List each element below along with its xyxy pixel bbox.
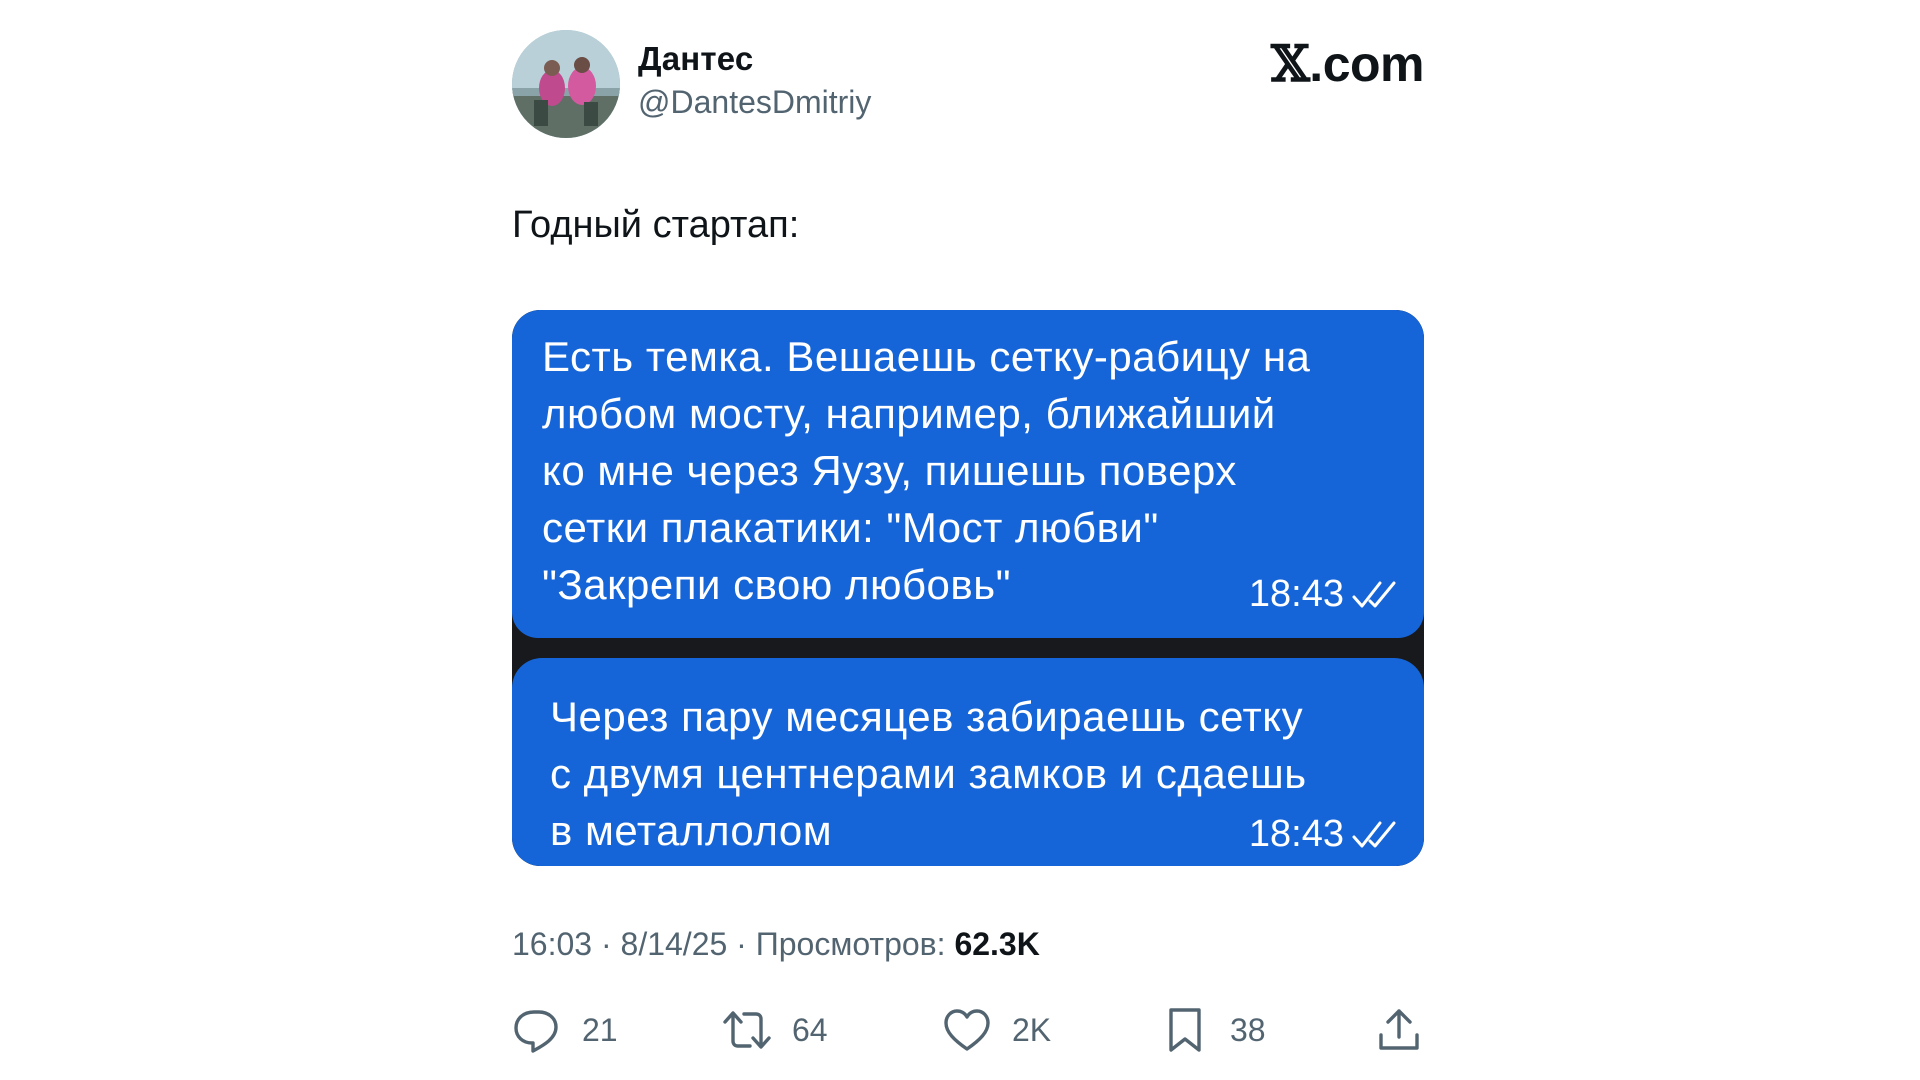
tweet-header: Дантес @DantesDmitriy 𝕏.com <box>512 30 1424 140</box>
double-check-icon <box>1350 817 1406 853</box>
share-icon <box>1374 1005 1424 1055</box>
reply-icon <box>512 1005 562 1055</box>
meta-separator: · <box>727 926 756 962</box>
like-count: 2K <box>1012 1011 1052 1048</box>
retweet-button[interactable]: 64 <box>722 1002 828 1058</box>
message-time: 18:43 <box>1248 813 1344 855</box>
message-bubble: Через пару месяцев забираешь сетку с дву… <box>512 658 1424 866</box>
tweet-date[interactable]: 8/14/25 <box>621 926 728 962</box>
tweet-text: Годный стартап: <box>512 204 800 246</box>
reply-button[interactable]: 21 <box>512 1002 618 1058</box>
views-count: 62.3K <box>954 926 1040 962</box>
message-time: 18:43 <box>1248 573 1344 615</box>
like-button[interactable]: 2K <box>942 1002 1051 1058</box>
message-bubble: Есть темка. Вешаешь сетку-рабицу на любо… <box>512 310 1424 638</box>
meta-separator: · <box>592 926 621 962</box>
tweet-actions: 21 64 2K 38 <box>512 1002 1424 1058</box>
message-meta: 18:43 <box>1249 573 1406 616</box>
author-name[interactable]: Дантес <box>638 40 753 78</box>
bookmark-icon <box>1160 1005 1210 1055</box>
avatar[interactable] <box>512 30 620 138</box>
author-handle[interactable]: @DantesDmitriy <box>638 84 871 121</box>
retweet-count: 64 <box>792 1011 828 1048</box>
tweet-card: Дантес @DantesDmitriy 𝕏.com Годный старт… <box>512 0 1424 1080</box>
x-logo-suffix: .com <box>1309 36 1424 92</box>
double-check-icon <box>1350 577 1406 613</box>
x-logo-icon: 𝕏 <box>1271 34 1310 93</box>
bookmark-button[interactable]: 38 <box>1160 1002 1266 1058</box>
avatar-image <box>512 30 620 138</box>
tweet-meta: 16:03 · 8/14/25 · Просмотров: 62.3K <box>512 926 1040 963</box>
share-button[interactable] <box>1374 1002 1424 1058</box>
reply-count: 21 <box>582 1011 618 1048</box>
heart-icon <box>942 1005 992 1055</box>
tweet-media-image[interactable]: Есть темка. Вешаешь сетку-рабицу на любо… <box>512 310 1424 866</box>
message-meta: 18:43 <box>1249 813 1406 856</box>
retweet-icon <box>722 1005 772 1055</box>
tweet-time[interactable]: 16:03 <box>512 926 592 962</box>
views-label: Просмотров: <box>755 926 955 962</box>
x-logo: 𝕏.com <box>1271 34 1424 93</box>
bookmark-count: 38 <box>1230 1011 1266 1048</box>
message-text: Есть темка. Вешаешь сетку-рабицу на любо… <box>542 333 1311 608</box>
